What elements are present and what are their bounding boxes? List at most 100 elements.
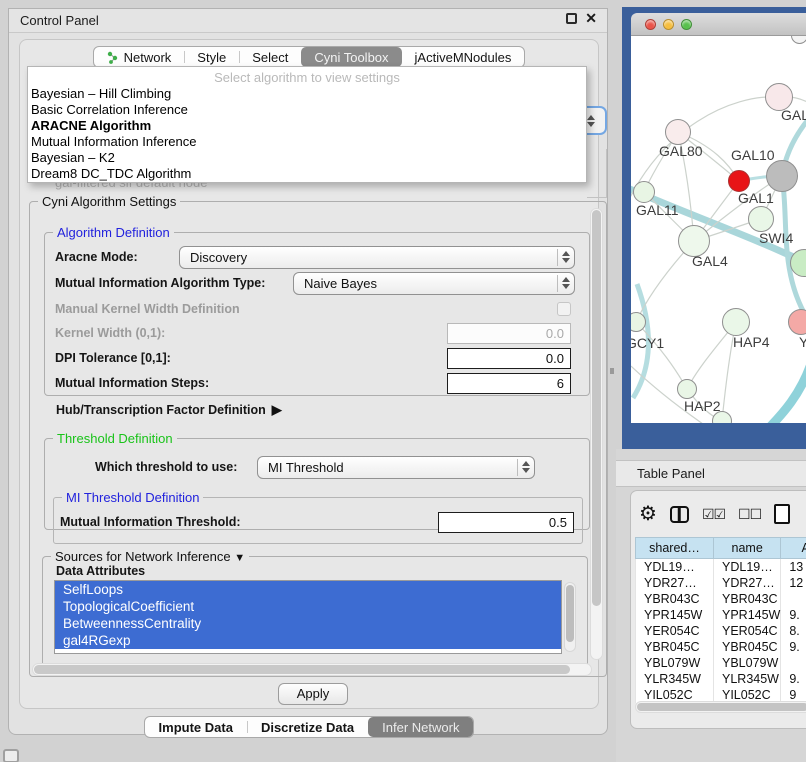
algorithm-option[interactable]: Bayesian – Hill Climbing: [28, 86, 586, 102]
data-attributes-label: Data Attributes: [56, 564, 145, 578]
threshold-definition-title: Threshold Definition: [53, 431, 177, 446]
node-label-partial: Y: [799, 334, 806, 350]
network-node-gal11[interactable]: [633, 181, 655, 203]
network-node-hap4[interactable]: [722, 308, 750, 336]
combo-arrows-icon: [518, 461, 534, 473]
algorithm-option[interactable]: Mutual Information Inference: [28, 134, 586, 150]
mi-algorithm-type-select[interactable]: Naive Bayes: [293, 272, 575, 295]
dpi-tolerance-field[interactable]: 0.0: [447, 348, 571, 369]
hub-transcription-factor-toggle[interactable]: Hub/Transcription Factor Definition▶: [56, 402, 282, 418]
tab-select[interactable]: Select: [239, 47, 301, 67]
node-label-gal1: GAL1: [738, 190, 774, 206]
attributes-list-scrollbar[interactable]: [564, 582, 576, 652]
control-panel: Control Panel ✕ Network: [8, 8, 608, 735]
expand-right-icon: ▶: [272, 402, 282, 417]
aracne-mode-select[interactable]: Discovery: [179, 246, 575, 269]
table-row[interactable]: YBL079WYBL079W: [636, 655, 806, 671]
document-icon[interactable]: [774, 504, 790, 524]
table-panel-body: ⚙ ☑☑ ☐☐ shared… name A YDL19…YDL19…13 YD…: [630, 490, 806, 729]
algorithm-option[interactable]: Bayesian – K2: [28, 150, 586, 166]
mi-threshold-definition-title: MI Threshold Definition: [62, 490, 203, 505]
minimized-panel-icon[interactable]: [3, 749, 19, 762]
settings-group-title: Cyni Algorithm Settings: [38, 194, 180, 209]
float-window-icon[interactable]: [566, 13, 577, 24]
tab-jactivemnodules[interactable]: jActiveMNodules: [402, 47, 525, 67]
table-row[interactable]: YPR145WYPR145W9.: [636, 607, 806, 623]
manual-kernel-width-label: Manual Kernel Width Definition: [55, 302, 240, 316]
algorithm-option[interactable]: Dream8 DC_TDC Algorithm: [28, 166, 586, 182]
table-panel-titlebar: Table Panel: [616, 460, 806, 487]
which-threshold-select[interactable]: MI Threshold: [257, 456, 535, 479]
node-label-swi4: SWI4: [759, 230, 793, 246]
application-window: Control Panel ✕ Network: [0, 0, 806, 762]
list-item[interactable]: BetweennessCentrality: [55, 615, 561, 632]
control-panel-title: Control Panel: [9, 13, 99, 28]
list-item[interactable]: TopologicalCoefficient: [55, 598, 561, 615]
unchecked-pair-icon[interactable]: ☐☐: [738, 506, 761, 523]
column-header-name[interactable]: name: [714, 538, 781, 559]
list-item[interactable]: SelfLoops: [55, 581, 561, 598]
table-row[interactable]: YER054CYER054C8.: [636, 623, 806, 639]
list-item[interactable]: gal4RGexp: [55, 632, 561, 649]
popup-placeholder: Select algorithm to view settings: [28, 67, 586, 86]
table-row[interactable]: YBR043CYBR043C: [636, 591, 806, 607]
mi-threshold-label: Mutual Information Threshold:: [60, 515, 241, 529]
table-row[interactable]: YDR27…YDR27…12: [636, 575, 806, 591]
network-view-window: GAL GAL80 GAL10 GAL1 GAL11 SWI4 GAL4 GCY…: [622, 7, 806, 449]
network-node-gal80[interactable]: [665, 119, 691, 145]
tab-infer-network[interactable]: Infer Network: [368, 717, 473, 737]
aracne-mode-label: Aracne Mode:: [55, 250, 138, 264]
apply-button[interactable]: Apply: [278, 683, 348, 705]
node-label-hap4: HAP4: [733, 334, 770, 350]
table-panel-region: Table Panel ⚙ ☑☑ ☐☐ shared… name A: [616, 449, 806, 762]
mi-threshold-field[interactable]: 0.5: [438, 512, 574, 533]
split-columns-icon[interactable]: [670, 506, 689, 523]
tab-cyni-toolbox[interactable]: Cyni Toolbox: [301, 47, 401, 67]
network-node-gal10[interactable]: [766, 160, 798, 192]
node-label-gal10: GAL10: [731, 147, 775, 163]
zoom-traffic-light-icon[interactable]: [681, 19, 692, 30]
tab-network[interactable]: Network: [94, 47, 185, 67]
sources-title[interactable]: Sources for Network Inference ▼: [51, 549, 249, 564]
algorithm-option[interactable]: Basic Correlation Inference: [28, 102, 586, 118]
algorithm-definition-title: Algorithm Definition: [53, 225, 174, 240]
network-window-titlebar[interactable]: [631, 13, 806, 36]
network-node-red[interactable]: [728, 170, 750, 192]
node-label-gcy1: GCY1: [631, 335, 664, 351]
column-header-shared-name[interactable]: shared…: [636, 538, 714, 559]
algorithm-option-selected[interactable]: ARACNE Algorithm: [28, 118, 586, 134]
settings-horizontal-scrollbar[interactable]: [32, 663, 592, 676]
close-icon[interactable]: ✕: [585, 13, 597, 24]
table-row[interactable]: YBR045CYBR045C9.: [636, 639, 806, 655]
which-threshold-label: Which threshold to use:: [55, 460, 237, 474]
manual-kernel-width-checkbox[interactable]: [557, 302, 571, 316]
combo-arrows-icon: [558, 277, 574, 289]
mi-steps-label: Mutual Information Steps:: [55, 376, 209, 390]
table-row[interactable]: YLR345WYLR345W9.: [636, 671, 806, 687]
node-label-gal80: GAL80: [659, 143, 703, 159]
network-node[interactable]: [748, 206, 774, 232]
table-horizontal-scrollbar[interactable]: [635, 701, 806, 713]
settings-vertical-scrollbar[interactable]: [590, 208, 603, 660]
checked-pair-icon[interactable]: ☑☑: [702, 506, 725, 523]
table-panel-title: Table Panel: [616, 466, 705, 481]
mi-steps-field[interactable]: 6: [447, 373, 571, 394]
network-canvas[interactable]: GAL GAL80 GAL10 GAL1 GAL11 SWI4 GAL4 GCY…: [631, 36, 806, 423]
panel-splitter-handle[interactable]: [610, 368, 614, 374]
network-node-hap2[interactable]: [677, 379, 697, 399]
column-header-clipped[interactable]: A: [781, 538, 806, 559]
close-traffic-light-icon[interactable]: [645, 19, 656, 30]
tab-discretize-data[interactable]: Discretize Data: [247, 717, 368, 737]
table-row[interactable]: YDL19…YDL19…13: [636, 559, 806, 575]
collapse-down-icon: ▼: [234, 552, 245, 564]
kernel-width-label: Kernel Width (0,1):: [55, 326, 165, 340]
tab-style[interactable]: Style: [184, 47, 239, 67]
mi-algorithm-type-label: Mutual Information Algorithm Type:: [55, 276, 265, 290]
control-panel-tabs: Network Style Select Cyni Toolbox jActiv…: [9, 46, 609, 68]
data-attributes-list[interactable]: SelfLoops TopologicalCoefficient Between…: [54, 580, 562, 654]
minimize-traffic-light-icon[interactable]: [663, 19, 674, 30]
gear-icon[interactable]: ⚙: [639, 504, 657, 524]
tab-impute-data[interactable]: Impute Data: [145, 717, 247, 737]
dpi-tolerance-label: DPI Tolerance [0,1]:: [55, 351, 171, 365]
kernel-width-field[interactable]: 0.0: [447, 323, 571, 344]
